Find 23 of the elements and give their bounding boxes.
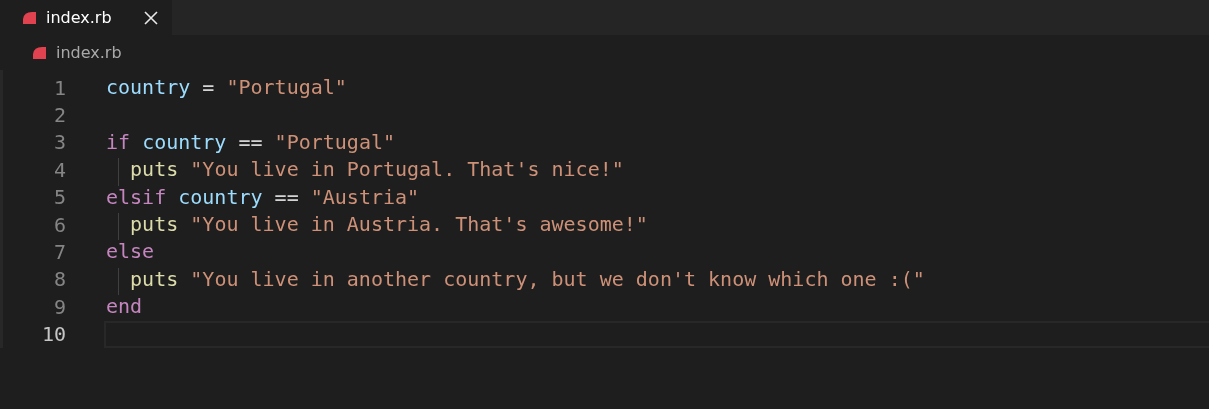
code-line: if country == "Portugal": [105, 128, 396, 156]
close-icon[interactable]: [143, 10, 158, 25]
code-line: puts "You live in Austria. That's awesome!": [104, 210, 1209, 239]
code-line: puts "You live in another country, but we don't know which one :(": [104, 265, 1209, 294]
editor-tab[interactable]: index.rb: [0, 0, 172, 35]
code-line: country = "Portugal": [105, 74, 348, 101]
code-line: end: [105, 293, 144, 321]
line-number: 2: [52, 103, 66, 128]
line-number: 7: [52, 240, 66, 265]
ruby-file-icon: [33, 46, 46, 59]
breadcrumb-item[interactable]: index.rb: [56, 43, 122, 62]
line-number: 5: [52, 185, 66, 210]
line-number: 1: [52, 75, 66, 100]
ruby-file-icon: [23, 11, 36, 24]
code-line: puts "You live in Portugal. That's nice!": [104, 156, 1209, 184]
line-number: 8: [52, 267, 66, 292]
line-number: 6: [52, 212, 66, 237]
code-line: else: [105, 238, 156, 266]
line-number: 10: [40, 322, 66, 347]
line-number: 3: [52, 130, 66, 155]
code-line: elsif country == "Austria": [105, 183, 421, 211]
line-number: 4: [52, 157, 66, 182]
line-number: 9: [52, 294, 66, 319]
